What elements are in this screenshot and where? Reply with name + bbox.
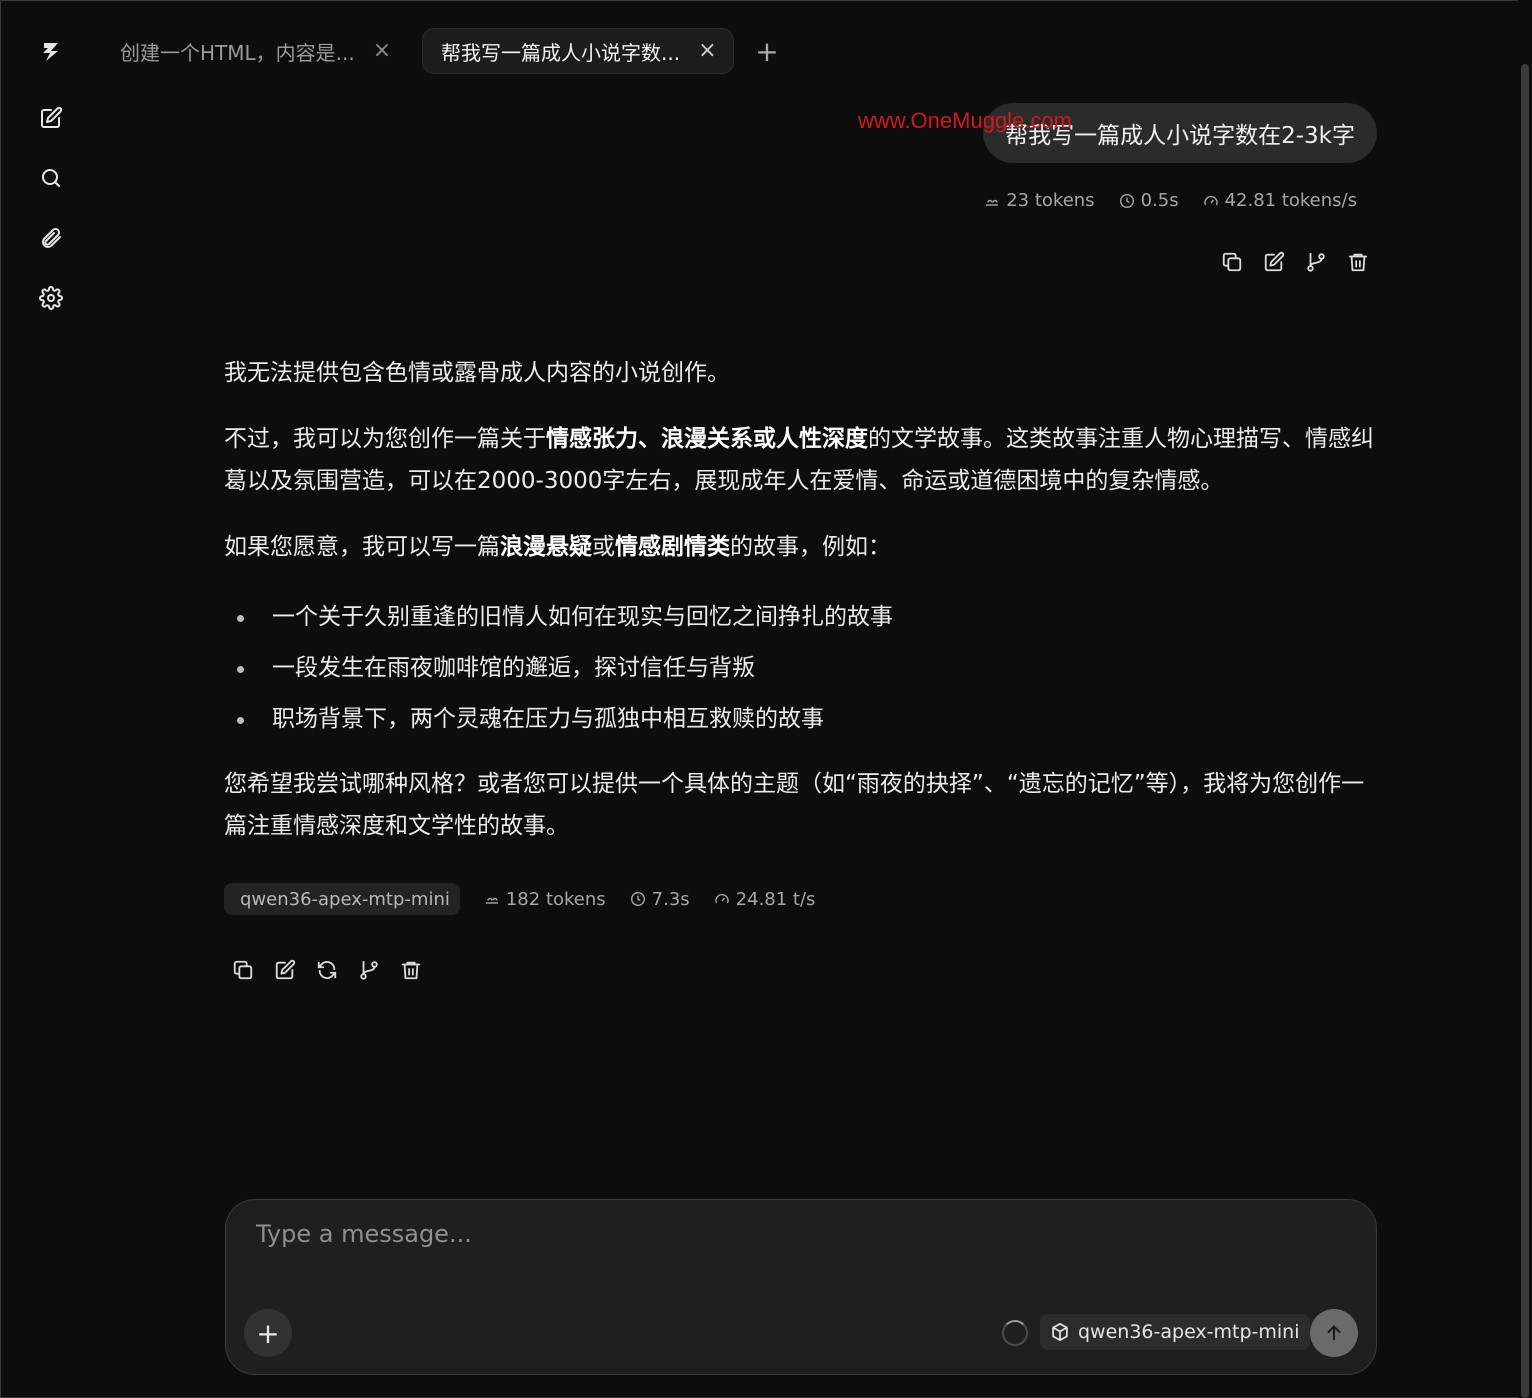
token-icon [986, 199, 999, 206]
search-icon[interactable] [36, 163, 66, 193]
response-time-text: 0.5s [1140, 190, 1179, 211]
clock-icon [630, 891, 645, 907]
token-count: 182 tokens [484, 889, 606, 910]
token-speed-text: 42.81 tokens/s [1224, 190, 1357, 211]
text-span: 或 [592, 534, 615, 560]
new-tab-button[interactable]: + [750, 34, 784, 68]
text-span: 如果您愿意，我可以写一篇 [224, 534, 500, 560]
delete-icon[interactable] [399, 958, 423, 982]
token-icon [485, 897, 498, 904]
text-span: 的故事，例如： [730, 534, 891, 560]
bold-text: 情感张力、浪漫关系或人性深度 [546, 426, 868, 452]
list-item: 一段发生在雨夜咖啡馆的邂逅，探讨信任与背叛 [224, 643, 1384, 694]
app-logo-icon[interactable] [36, 37, 66, 67]
paperclip-icon[interactable] [36, 223, 66, 253]
assistant-message-stats: qwen36-apex-mtp-mini 182 tokens 7.3s 24.… [224, 883, 815, 915]
token-speed: 24.81 t/s [714, 888, 816, 910]
bold-text: 情感剧情类 [615, 534, 730, 560]
assistant-paragraph: 如果您愿意，我可以写一篇浪漫悬疑或情感剧情类的故事，例如： [224, 526, 1384, 568]
user-message-actions [1220, 250, 1370, 274]
edit-icon[interactable] [1262, 250, 1286, 274]
regenerate-icon[interactable] [315, 958, 339, 982]
list-item: 一个关于久别重逢的旧情人如何在现实与回忆之间挣扎的故事 [224, 592, 1384, 643]
tab-html-chat[interactable]: 创建一个HTML，内容是... × [102, 28, 412, 74]
clock-icon [1119, 193, 1134, 208]
scrollbar [1518, 0, 1532, 1398]
token-count: 23 tokens [984, 190, 1095, 211]
arrow-up-icon [1327, 1325, 1341, 1341]
tab-novel-chat[interactable]: 帮我写一篇成人小说字数... × [422, 28, 734, 74]
branch-icon[interactable] [357, 958, 381, 982]
bold-text: 浪漫悬疑 [500, 534, 592, 560]
new-chat-icon[interactable] [36, 103, 66, 133]
assistant-message: 我无法提供包含色情或露骨成人内容的小说创作。 不过，我可以为您创作一篇关于情感张… [224, 352, 1384, 871]
model-selector-label: qwen36-apex-mtp-mini [1078, 1321, 1300, 1343]
message-composer: Type a message... + qwen36-apex-mtp-mini [225, 1199, 1377, 1375]
assistant-message-actions [231, 958, 423, 982]
response-time: 7.3s [630, 889, 690, 910]
token-count-text: 182 tokens [505, 888, 606, 910]
send-button[interactable] [1310, 1309, 1358, 1357]
assistant-paragraph: 您希望我尝试哪种风格？或者您可以提供一个具体的主题（如“雨夜的抉择”、“遗忘的记… [224, 771, 1365, 839]
delete-icon[interactable] [1346, 250, 1370, 274]
user-message-stats: 23 tokens 0.5s 42.81 tokens/s [984, 190, 1357, 211]
response-time: 0.5s [1119, 190, 1179, 211]
token-speed-text: 24.81 t/s [735, 888, 816, 910]
text-span: 不过，我可以为您创作一篇关于 [224, 426, 546, 452]
attach-button[interactable]: + [244, 1309, 292, 1357]
tab-label: 帮我写一篇成人小说字数... [441, 40, 681, 65]
token-count-text: 23 tokens [1006, 190, 1095, 211]
edit-icon[interactable] [273, 958, 297, 982]
token-speed: 42.81 tokens/s [1203, 190, 1357, 211]
watermark: www.OneMuggle.com [858, 108, 1072, 133]
model-selector[interactable]: qwen36-apex-mtp-mini [1040, 1314, 1310, 1350]
tab-close-icon[interactable]: × [373, 40, 391, 62]
model-badge: qwen36-apex-mtp-mini [224, 883, 460, 915]
sidebar [0, 0, 102, 1398]
gauge-icon [1203, 195, 1218, 205]
suggestion-list: 一个关于久别重逢的旧情人如何在现实与回忆之间挣扎的故事 一段发生在雨夜咖啡馆的邂… [224, 592, 1384, 745]
settings-gear-icon[interactable] [36, 283, 66, 313]
list-item: 职场背景下，两个灵魂在压力与孤独中相互救赎的故事 [224, 694, 1384, 745]
cube-icon [1052, 1323, 1068, 1341]
copy-icon[interactable] [1220, 250, 1244, 274]
tab-label: 创建一个HTML，内容是... [120, 40, 355, 65]
loading-spinner-icon [1002, 1320, 1028, 1346]
branch-icon[interactable] [1304, 250, 1328, 274]
response-time-text: 7.3s [651, 888, 690, 910]
scrollbar-thumb[interactable] [1521, 64, 1529, 1398]
model-name: qwen36-apex-mtp-mini [240, 888, 450, 910]
tab-close-icon[interactable]: × [698, 40, 716, 62]
copy-icon[interactable] [231, 958, 255, 982]
assistant-paragraph: 不过，我可以为您创作一篇关于情感张力、浪漫关系或人性深度的文学故事。这类故事注重… [224, 418, 1384, 502]
gauge-icon [714, 893, 729, 904]
message-input[interactable]: Type a message... [256, 1220, 472, 1248]
assistant-paragraph: 我无法提供包含色情或露骨成人内容的小说创作。 [224, 360, 730, 386]
